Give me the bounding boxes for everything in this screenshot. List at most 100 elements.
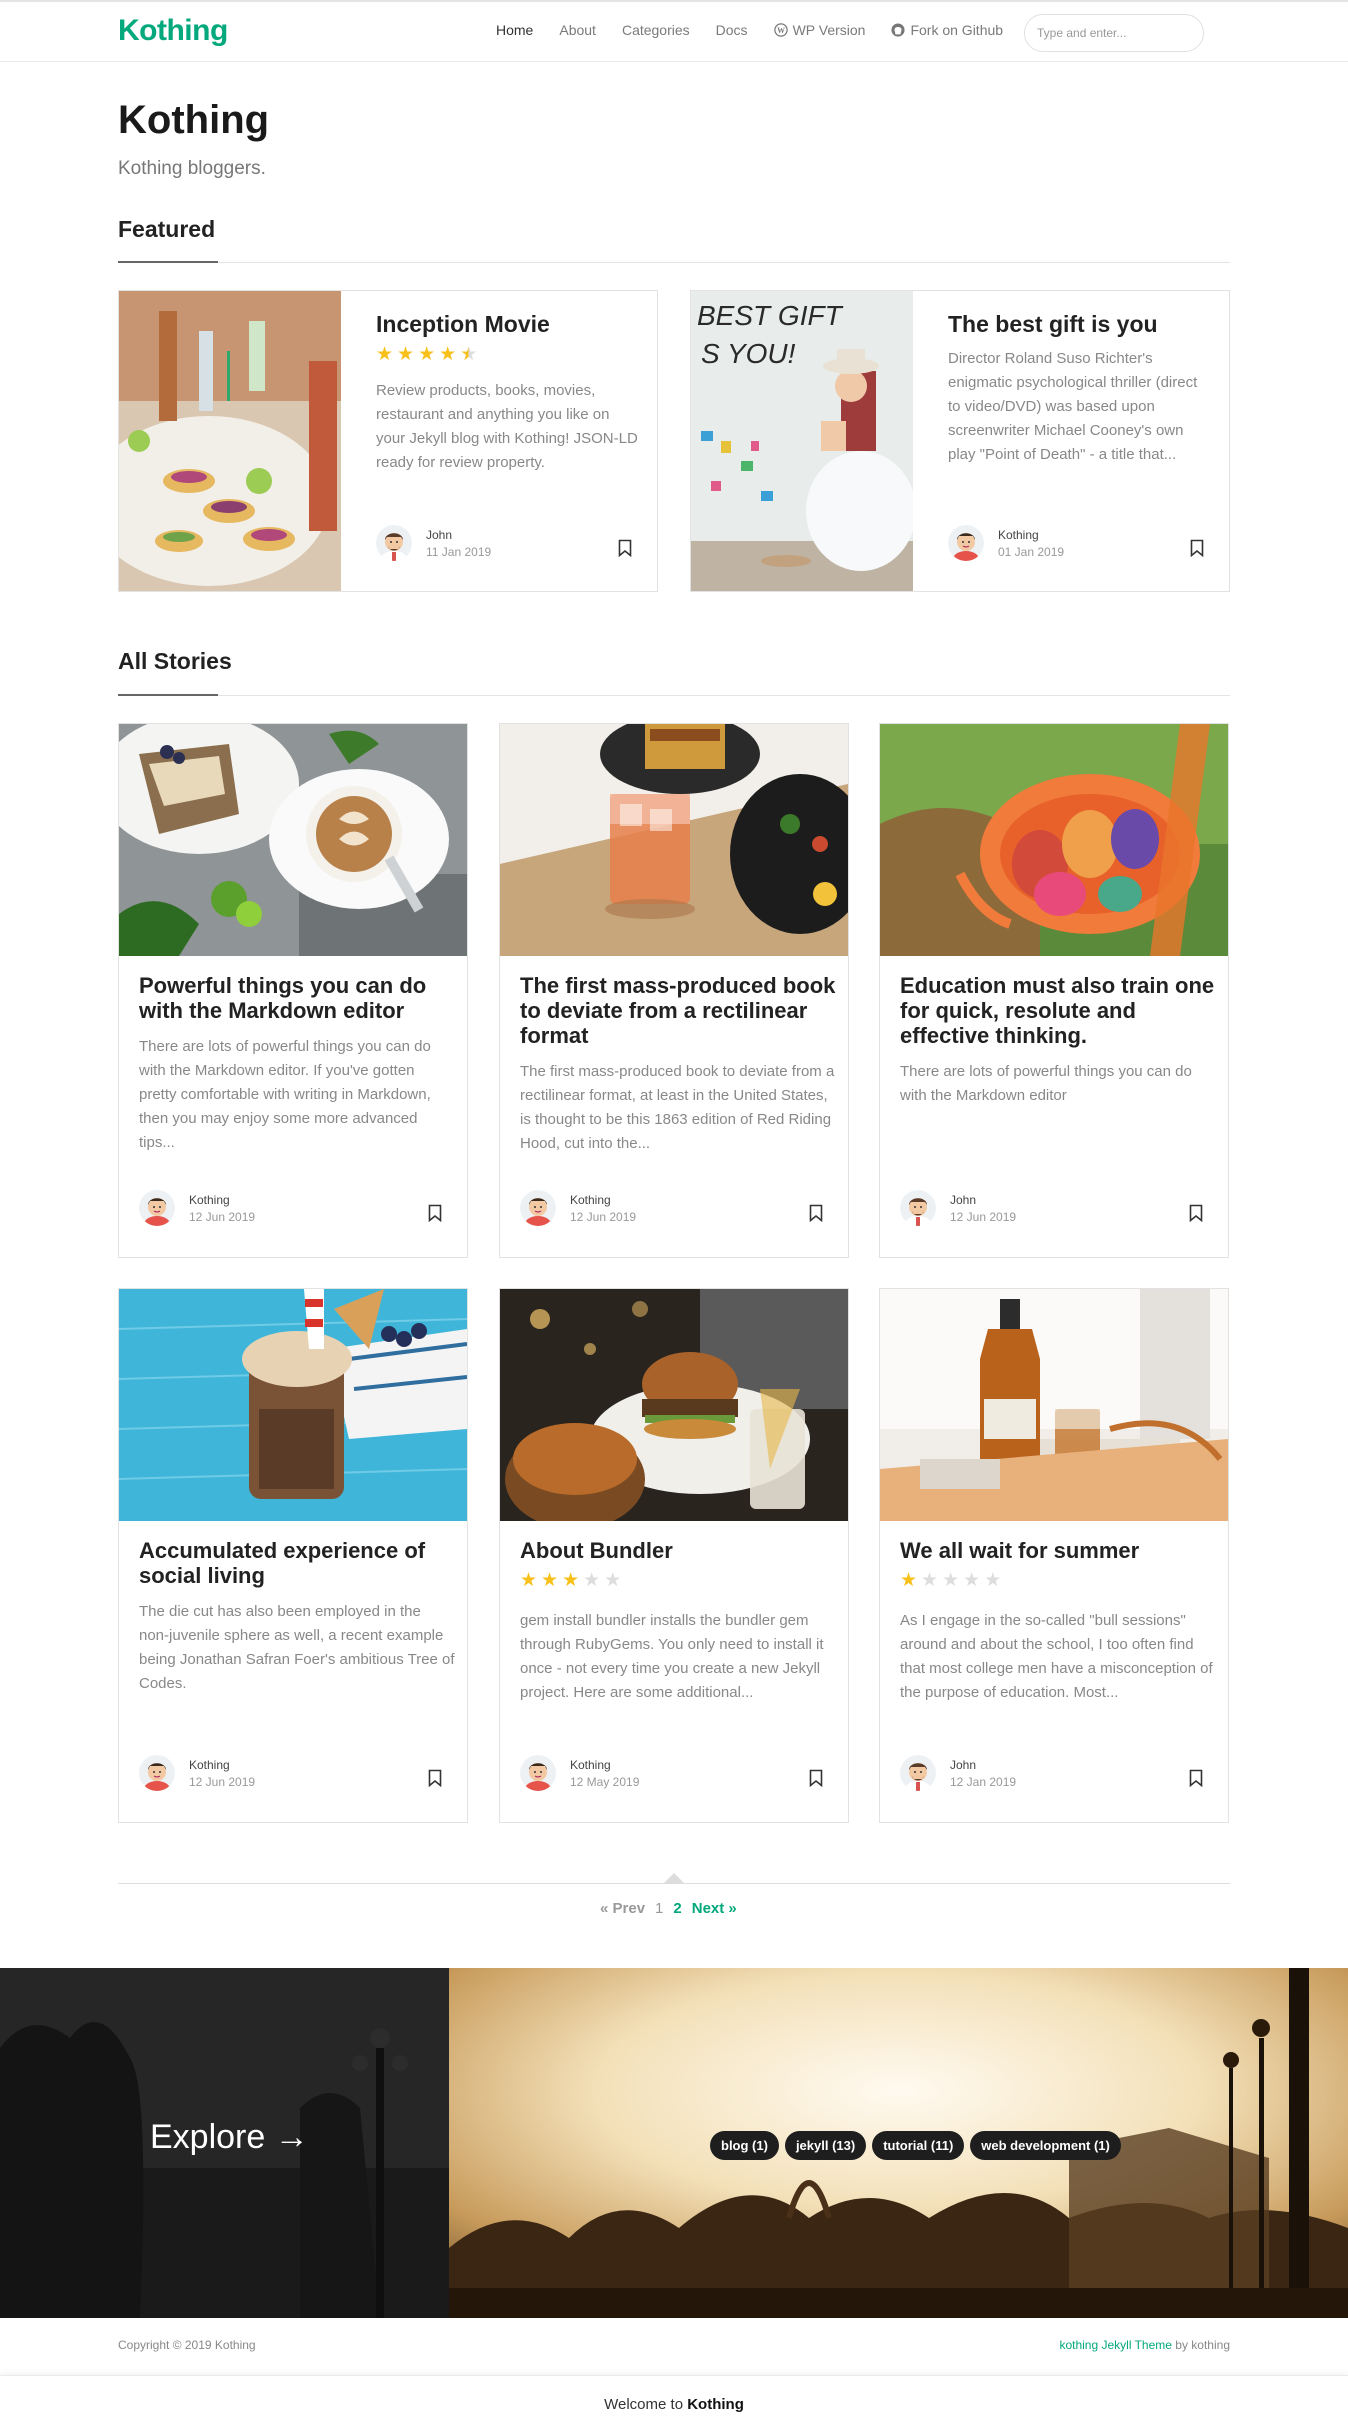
story-image-coffee[interactable] — [119, 724, 467, 956]
svg-text:S YOU!: S YOU! — [701, 338, 796, 369]
story-image-easter-basket[interactable] — [880, 724, 1228, 956]
rating-stars: ★ ★ ★ ★ ★ — [520, 1571, 621, 1590]
nav-docs-label: Docs — [715, 22, 748, 38]
featured-card[interactable]: Inception Movie ★ ★ ★ ★ ★ Review product… — [118, 290, 658, 592]
post-date: 12 May 2019 — [570, 1774, 640, 1789]
nav-links: Home About Categories Docs W WP Version … — [496, 22, 1029, 38]
svg-text:BEST GIFT: BEST GIFT — [697, 300, 844, 331]
star-empty-icon: ★ — [921, 1570, 939, 1591]
featured-title[interactable]: The best gift is you — [948, 311, 1158, 338]
story-excerpt: The first mass-produced book to deviate … — [520, 1063, 835, 1152]
pagination-divider — [118, 1883, 1230, 1884]
story-title[interactable]: We all wait for summer — [900, 1538, 1216, 1563]
story-title[interactable]: Accumulated experience of social living — [139, 1538, 455, 1588]
nav-docs[interactable]: Docs — [716, 22, 748, 38]
story-image-drinks[interactable] — [500, 724, 848, 956]
brand-logo[interactable]: Kothing — [118, 14, 228, 48]
post-author: John 12 Jan 2019 — [900, 1755, 1016, 1791]
nav-about[interactable]: About — [559, 22, 596, 38]
story-title[interactable]: Powerful things you can do with the Mark… — [139, 973, 455, 1023]
bookmark-icon[interactable] — [1190, 539, 1204, 557]
featured-card[interactable]: BEST GIFT S YOU! The best gift is you Di… — [690, 290, 1230, 592]
theme-link[interactable]: kothing Jekyll Theme — [1059, 2338, 1172, 2352]
page-description: Kothing bloggers. — [118, 158, 266, 179]
featured-image-tacos[interactable] — [119, 291, 341, 591]
nav-home[interactable]: Home — [496, 22, 533, 38]
bookmark-icon[interactable] — [618, 539, 632, 557]
story-card[interactable]: Accumulated experience of social living … — [118, 1288, 468, 1823]
tag-list: blog (1) jekyll (13) tutorial (11) web d… — [710, 2131, 1121, 2160]
featured-image-gift[interactable]: BEST GIFT S YOU! — [691, 291, 913, 591]
star-empty-icon: ★ — [984, 1570, 1002, 1591]
theme-by: by kothing — [1171, 2338, 1230, 2352]
tag-jekyll[interactable]: jekyll (13) — [784, 2131, 867, 2160]
story-card[interactable]: About Bundler ★ ★ ★ ★ ★ gem install bund… — [499, 1288, 849, 1823]
tag-tutorial[interactable]: tutorial (11) — [872, 2131, 965, 2160]
author-name[interactable]: Kothing — [570, 1193, 636, 1207]
star-icon: ★ — [439, 344, 457, 365]
author-name[interactable]: John — [950, 1193, 1016, 1207]
post-date: 01 Jan 2019 — [998, 544, 1065, 559]
author-name[interactable]: Kothing — [998, 528, 1064, 542]
post-author: Kothing 12 Jun 2019 — [520, 1190, 636, 1226]
featured-excerpt: Director Roland Suso Richter's enigmatic… — [948, 350, 1198, 463]
story-card[interactable]: Education must also train one for quick,… — [879, 723, 1229, 1258]
pagination-caret-icon — [664, 1873, 684, 1883]
bookmark-icon[interactable] — [809, 1204, 823, 1222]
story-title[interactable]: Education must also train one for quick,… — [900, 973, 1216, 1048]
footer-credit: kothing Jekyll Theme by kothing — [1059, 2338, 1230, 2352]
nav-categories[interactable]: Categories — [622, 22, 690, 38]
star-empty-icon: ★ — [942, 1570, 960, 1591]
rating-stars: ★ ★ ★ ★ ★ — [900, 1571, 1001, 1590]
explore-panel: Explore → — [0, 1968, 449, 2318]
author-avatar-kothing — [520, 1755, 556, 1791]
story-card[interactable]: We all wait for summer ★ ★ ★ ★ ★ As I en… — [879, 1288, 1229, 1823]
author-name[interactable]: John — [426, 528, 491, 542]
tags-panel: blog (1) jekyll (13) tutorial (11) web d… — [449, 1968, 1348, 2318]
tag-blog[interactable]: blog (1) — [710, 2131, 779, 2160]
explore-link[interactable]: Explore → — [150, 2118, 309, 2157]
bookmark-icon[interactable] — [428, 1204, 442, 1222]
bookmark-icon[interactable] — [809, 1769, 823, 1787]
star-icon: ★ — [520, 1570, 538, 1591]
nav-fork-github[interactable]: Fork on Github — [891, 22, 1003, 38]
story-card[interactable]: Powerful things you can do with the Mark… — [118, 723, 468, 1258]
pagination-next[interactable]: Next » — [692, 1900, 737, 1917]
search-input[interactable]: Type and enter... — [1024, 14, 1204, 52]
pagination-prev[interactable]: « Prev — [600, 1900, 645, 1917]
story-image-milkshake[interactable] — [119, 1289, 467, 1521]
post-date: 12 Jun 2019 — [189, 1209, 256, 1224]
story-title[interactable]: About Bundler — [520, 1538, 836, 1563]
story-image-burger[interactable] — [500, 1289, 848, 1521]
wordpress-icon: W — [773, 23, 788, 37]
nav-wp-version[interactable]: W WP Version — [773, 22, 866, 38]
welcome-prefix: Welcome to — [604, 2396, 688, 2413]
featured-excerpt: Review products, books, movies, restaura… — [376, 382, 638, 471]
bookmark-icon[interactable] — [1189, 1204, 1203, 1222]
story-card[interactable]: The first mass-produced book to deviate … — [499, 723, 849, 1258]
featured-divider — [118, 261, 1230, 263]
bookmark-icon[interactable] — [1189, 1769, 1203, 1787]
explore-banner: Explore → blog (1) jekyll (13) tutorial … — [0, 1968, 1348, 2318]
story-image-whiskey[interactable] — [880, 1289, 1228, 1521]
welcome-bar: Welcome to Kothing — [0, 2375, 1348, 2430]
half-star-icon: ★ — [460, 344, 478, 365]
author-name[interactable]: Kothing — [189, 1758, 255, 1772]
post-author: Kothing 12 May 2019 — [520, 1755, 639, 1791]
story-excerpt: As I engage in the so-called "bull sessi… — [900, 1612, 1213, 1701]
star-empty-icon: ★ — [963, 1570, 981, 1591]
nav-wp-version-label: WP Version — [792, 22, 866, 38]
featured-title[interactable]: Inception Movie — [376, 311, 550, 338]
post-author: Kothing 12 Jun 2019 — [139, 1755, 255, 1791]
welcome-brand: Kothing — [687, 2396, 744, 2413]
story-title[interactable]: The first mass-produced book to deviate … — [520, 973, 836, 1048]
bookmark-icon[interactable] — [428, 1769, 442, 1787]
page-title: Kothing — [118, 98, 270, 142]
author-name[interactable]: Kothing — [189, 1193, 255, 1207]
pagination-page-1[interactable]: 1 — [655, 1900, 663, 1917]
star-icon: ★ — [376, 344, 394, 365]
post-author: John 11 Jan 2019 — [376, 525, 491, 561]
author-name[interactable]: John — [950, 1758, 1016, 1772]
author-name[interactable]: Kothing — [570, 1758, 639, 1772]
tag-web-development[interactable]: web development (1) — [970, 2131, 1121, 2160]
